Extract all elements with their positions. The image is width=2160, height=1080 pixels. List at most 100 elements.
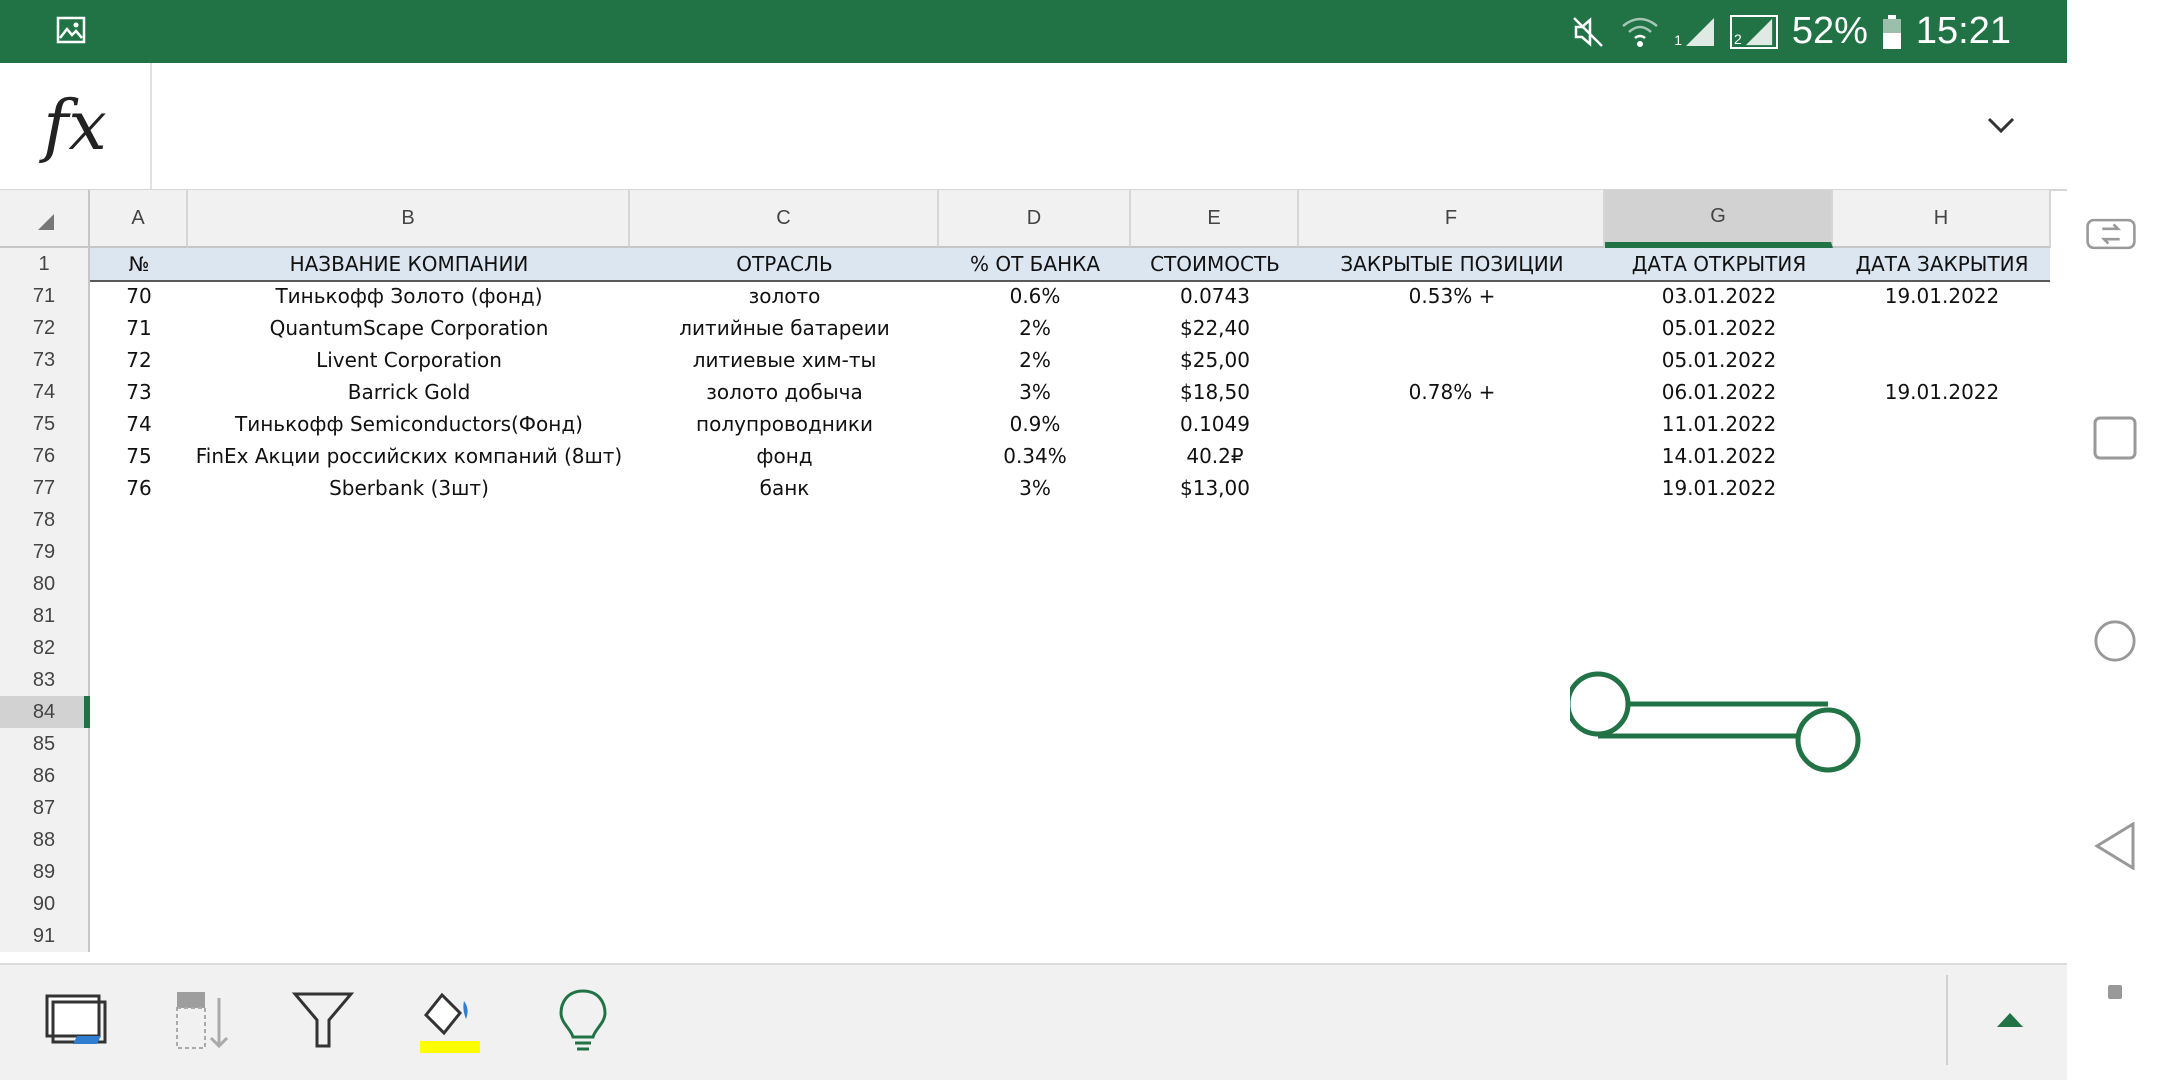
table-cell[interactable]: FinEx Акции российских компаний (8шт) — [188, 440, 630, 472]
row-header[interactable]: 71 — [0, 280, 90, 312]
table-cell[interactable]: $13,00 — [1131, 472, 1299, 504]
ideas-icon[interactable] — [548, 985, 618, 1055]
table-cell[interactable] — [1299, 472, 1605, 504]
home-icon[interactable] — [2093, 619, 2137, 663]
row-header[interactable]: 82 — [0, 632, 90, 664]
column-header-f[interactable]: F — [1299, 190, 1605, 248]
table-cell[interactable]: Тинькофф Золото (фонд) — [188, 280, 630, 312]
table-cell[interactable]: золото — [630, 280, 939, 312]
header-cell[interactable]: НАЗВАНИЕ КОМПАНИИ — [188, 248, 630, 280]
table-cell[interactable]: 19.01.2022 — [1605, 472, 1833, 504]
column-header-a[interactable]: A — [90, 190, 188, 248]
table-cell[interactable] — [1833, 344, 2051, 376]
row-header[interactable]: 90 — [0, 888, 90, 920]
table-cell[interactable]: $25,00 — [1131, 344, 1299, 376]
table-cell[interactable]: 06.01.2022 — [1605, 376, 1833, 408]
column-header-h[interactable]: H — [1833, 190, 2051, 248]
column-header-e[interactable]: E — [1131, 190, 1299, 248]
row-header[interactable]: 80 — [0, 568, 90, 600]
row-header[interactable]: 81 — [0, 600, 90, 632]
table-cell[interactable]: 71 — [90, 312, 188, 344]
table-cell[interactable]: 3% — [939, 376, 1131, 408]
select-all-corner[interactable] — [0, 190, 90, 248]
table-cell[interactable]: литийные батареии — [630, 312, 939, 344]
expand-up-icon[interactable] — [1975, 985, 2045, 1055]
table-cell[interactable]: 74 — [90, 408, 188, 440]
row-header[interactable]: 74 — [0, 376, 90, 408]
header-cell[interactable]: № — [90, 248, 188, 280]
table-cell[interactable] — [1833, 440, 2051, 472]
fill-color-icon[interactable] — [414, 985, 484, 1055]
table-cell[interactable]: 70 — [90, 280, 188, 312]
table-cell[interactable]: 0.0743 — [1131, 280, 1299, 312]
table-cell[interactable]: 73 — [90, 376, 188, 408]
table-cell[interactable]: 14.01.2022 — [1605, 440, 1833, 472]
row-header[interactable]: 89 — [0, 856, 90, 888]
table-cell[interactable]: 2% — [939, 344, 1131, 376]
row-header[interactable]: 83 — [0, 664, 90, 696]
nav-dot-icon[interactable] — [2093, 970, 2137, 1014]
cell-selection-handles[interactable] — [1570, 670, 1870, 780]
table-cell[interactable]: $22,40 — [1131, 312, 1299, 344]
column-header-c[interactable]: C — [630, 190, 939, 248]
table-cell[interactable]: 03.01.2022 — [1605, 280, 1833, 312]
header-cell[interactable]: ДАТА ЗАКРЫТИЯ — [1833, 248, 2051, 280]
fx-button[interactable]: fx — [0, 63, 152, 189]
table-cell[interactable]: 0.78% + — [1299, 376, 1605, 408]
table-cell[interactable]: 11.01.2022 — [1605, 408, 1833, 440]
table-cell[interactable]: 75 — [90, 440, 188, 472]
filter-icon[interactable] — [288, 985, 358, 1055]
table-cell[interactable]: Livent Corporation — [188, 344, 630, 376]
table-cell[interactable]: 76 — [90, 472, 188, 504]
table-cell[interactable]: Sberbank (3шт) — [188, 472, 630, 504]
header-cell[interactable]: ОТРАСЛЬ — [630, 248, 939, 280]
table-cell[interactable]: 19.01.2022 — [1833, 376, 2051, 408]
table-cell[interactable]: 0.53% + — [1299, 280, 1605, 312]
table-cell[interactable]: 2% — [939, 312, 1131, 344]
recent-apps-icon[interactable] — [2093, 416, 2137, 460]
table-cell[interactable]: 0.6% — [939, 280, 1131, 312]
table-cell[interactable] — [1299, 440, 1605, 472]
row-header[interactable]: 78 — [0, 504, 90, 536]
table-cell[interactable]: золото добыча — [630, 376, 939, 408]
table-cell[interactable]: 05.01.2022 — [1605, 344, 1833, 376]
header-cell[interactable]: ЗАКРЫТЫЕ ПОЗИЦИИ — [1299, 248, 1605, 280]
row-header[interactable]: 72 — [0, 312, 90, 344]
table-cell[interactable] — [1833, 472, 2051, 504]
column-header-b[interactable]: B — [188, 190, 630, 248]
row-header[interactable]: 76 — [0, 440, 90, 472]
table-cell[interactable]: Barrick Gold — [188, 376, 630, 408]
switch-apps-icon[interactable] — [2086, 212, 2137, 256]
row-header[interactable]: 87 — [0, 792, 90, 824]
table-cell[interactable]: банк — [630, 472, 939, 504]
table-cell[interactable]: 19.01.2022 — [1833, 280, 2051, 312]
row-header[interactable]: 73 — [0, 344, 90, 376]
header-cell[interactable]: % ОТ БАНКА — [939, 248, 1131, 280]
table-cell[interactable] — [1299, 408, 1605, 440]
header-cell[interactable]: СТОИМОСТЬ — [1131, 248, 1299, 280]
table-cell[interactable] — [1299, 344, 1605, 376]
formula-input[interactable] — [160, 63, 1960, 189]
row-header[interactable]: 88 — [0, 824, 90, 856]
table-cell[interactable]: QuantumScape Corporation — [188, 312, 630, 344]
chevron-down-icon[interactable] — [1985, 109, 2017, 141]
table-cell[interactable]: Тинькофф Semiconductors(Фонд) — [188, 408, 630, 440]
row-header[interactable]: 85 — [0, 728, 90, 760]
row-header[interactable]: 86 — [0, 760, 90, 792]
row-header[interactable]: 1 — [0, 248, 90, 280]
select-sheet-icon[interactable] — [40, 985, 110, 1055]
back-icon[interactable] — [2093, 822, 2137, 870]
header-cell[interactable]: ДАТА ОТКРЫТИЯ — [1605, 248, 1833, 280]
row-header[interactable]: 79 — [0, 536, 90, 568]
column-header-g[interactable]: G — [1605, 190, 1833, 248]
table-cell[interactable]: $18,50 — [1131, 376, 1299, 408]
table-cell[interactable]: 3% — [939, 472, 1131, 504]
table-cell[interactable] — [1299, 312, 1605, 344]
table-cell[interactable] — [1833, 408, 2051, 440]
table-cell[interactable]: 72 — [90, 344, 188, 376]
table-cell[interactable]: 05.01.2022 — [1605, 312, 1833, 344]
column-header-d[interactable]: D — [939, 190, 1131, 248]
row-header[interactable]: 75 — [0, 408, 90, 440]
row-header[interactable]: 77 — [0, 472, 90, 504]
table-cell[interactable]: 0.9% — [939, 408, 1131, 440]
